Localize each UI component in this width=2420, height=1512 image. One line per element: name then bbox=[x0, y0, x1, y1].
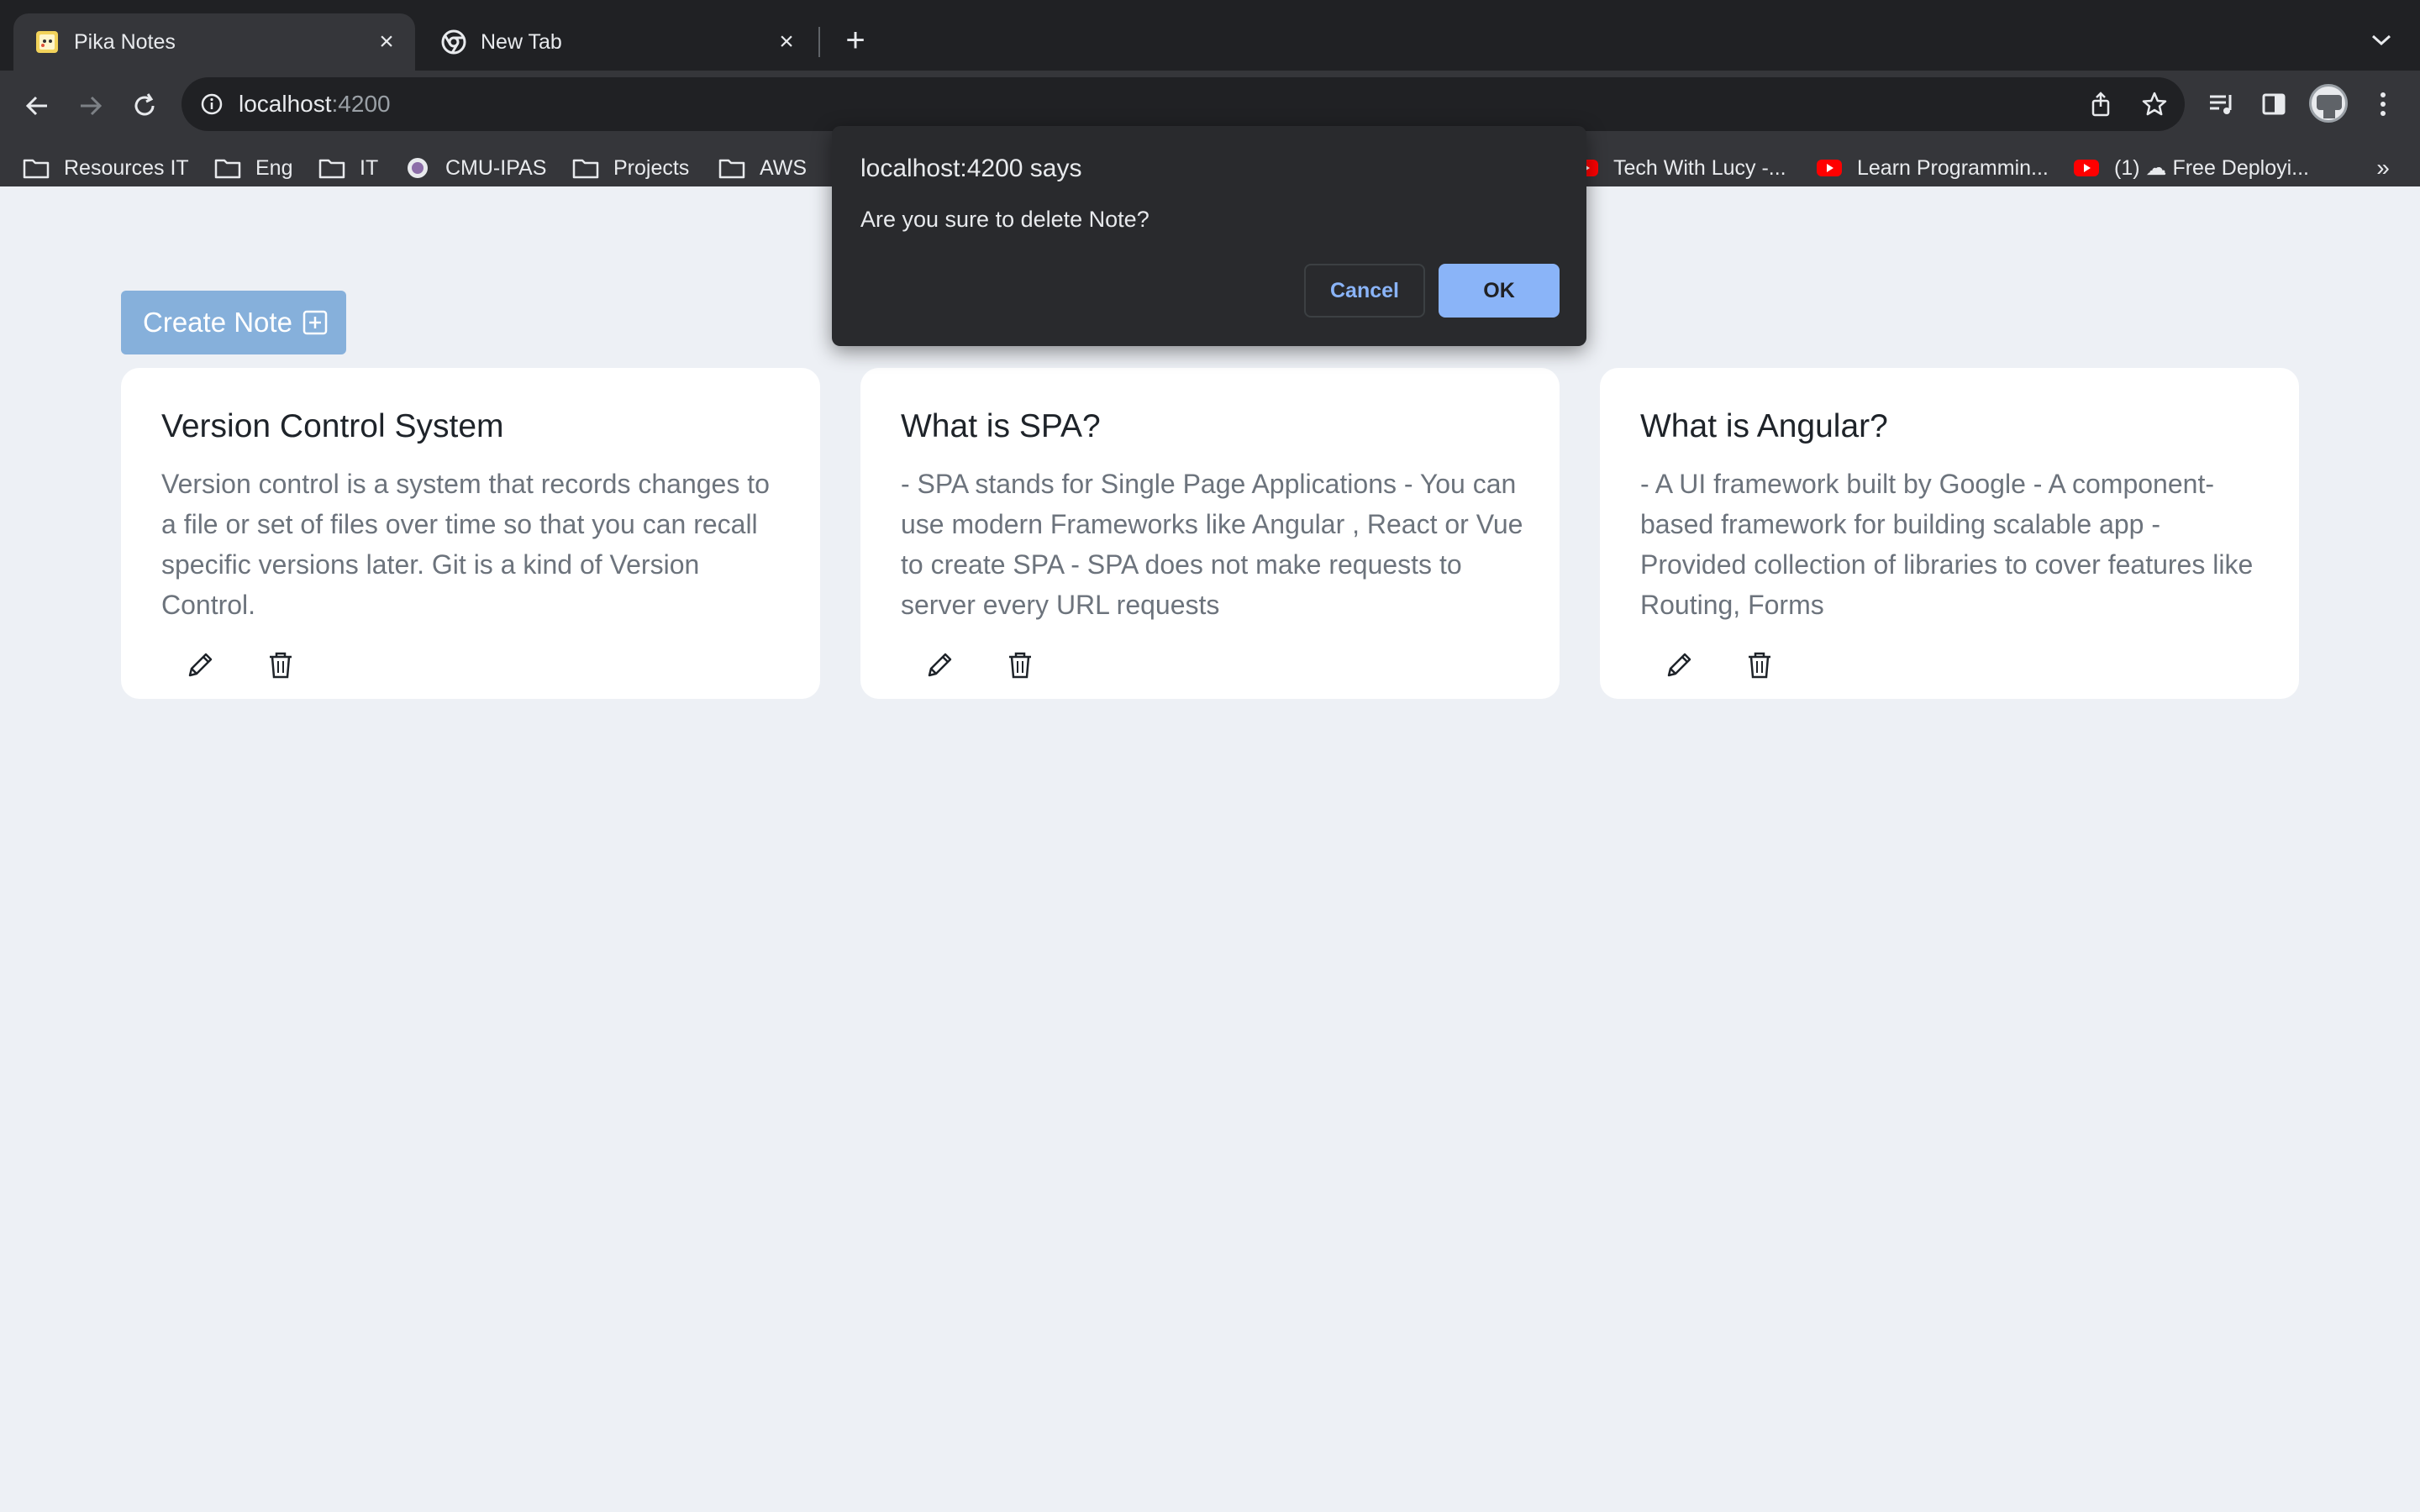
ok-button[interactable]: OK bbox=[1439, 264, 1560, 318]
bookmark-label: Tech With Lucy -... bbox=[1613, 155, 1786, 180]
bookmark-it[interactable]: IT bbox=[318, 153, 378, 183]
note-card: What is Angular? - A UI framework built … bbox=[1600, 368, 2299, 699]
folder-icon bbox=[318, 156, 346, 180]
bookmark-label: (1) ☁ Free Deployi... bbox=[2114, 156, 2310, 180]
bookmark-label: AWS bbox=[760, 155, 808, 180]
bookmark-label: IT bbox=[360, 155, 379, 180]
kebab-menu-icon[interactable] bbox=[2358, 79, 2408, 129]
bookmark-label: Eng bbox=[255, 155, 293, 180]
bookmark-resources-it[interactable]: Resources IT bbox=[22, 153, 189, 183]
back-arrow-icon[interactable] bbox=[12, 81, 62, 131]
note-card: What is SPA? - SPA stands for Single Pag… bbox=[860, 368, 1560, 699]
note-body: Version control is a system that records… bbox=[161, 469, 770, 620]
bookmark-aws[interactable]: AWS bbox=[718, 153, 807, 183]
confirm-dialog: localhost:4200 says Are you sure to dele… bbox=[832, 126, 1586, 346]
note-body: - SPA stands for Single Page Application… bbox=[901, 469, 1523, 620]
profile-avatar[interactable] bbox=[2309, 84, 2348, 123]
note-card: Version Control System Version control i… bbox=[121, 368, 820, 699]
bookmark-label: CMU-IPAS bbox=[445, 155, 547, 180]
bookmark-learn-programming[interactable]: Learn Programmin... bbox=[1815, 153, 2049, 183]
reload-icon[interactable] bbox=[119, 81, 170, 131]
site-icon bbox=[403, 156, 432, 180]
bookmark-eng[interactable]: Eng bbox=[213, 153, 292, 183]
bookmark-free-deploying[interactable]: (1) ☁ Free Deployi... bbox=[2072, 153, 2309, 183]
share-icon[interactable] bbox=[2086, 89, 2116, 119]
tab-search-chevron-icon[interactable] bbox=[2365, 24, 2398, 57]
folder-icon bbox=[22, 156, 50, 180]
folder-icon bbox=[213, 156, 242, 180]
url-port: :4200 bbox=[331, 91, 391, 117]
trash-icon[interactable] bbox=[1741, 647, 1778, 684]
site-info-icon[interactable] bbox=[200, 92, 224, 116]
bookmark-star-icon[interactable] bbox=[2139, 89, 2170, 119]
url-text[interactable]: localhost:4200 bbox=[239, 91, 391, 118]
note-title: Version Control System bbox=[161, 408, 504, 444]
dialog-title: localhost:4200 says bbox=[860, 155, 1082, 182]
edit-pencil-icon[interactable] bbox=[921, 647, 958, 684]
avatar-shape bbox=[2323, 110, 2335, 118]
folder-icon bbox=[718, 156, 746, 180]
url-host: localhost bbox=[239, 91, 332, 117]
close-tab-icon[interactable]: × bbox=[771, 27, 802, 57]
browser-tabstrip: Pika Notes × New Tab × + bbox=[0, 0, 2420, 71]
note-body: - A UI framework built by Google - A com… bbox=[1640, 469, 2254, 620]
note-title: What is SPA? bbox=[901, 408, 1101, 444]
media-queue-icon[interactable] bbox=[2196, 79, 2247, 129]
bookmark-label: Resources IT bbox=[64, 155, 189, 180]
dialog-message: Are you sure to delete Note? bbox=[860, 207, 1150, 232]
side-panel-icon[interactable] bbox=[2249, 79, 2299, 129]
avatar-shape bbox=[2317, 95, 2342, 110]
plus-square-icon bbox=[302, 310, 328, 335]
create-note-label: Create Note bbox=[143, 307, 292, 338]
bookmark-projects[interactable]: Projects bbox=[571, 153, 689, 183]
app-page: Create Note Version Control System Versi… bbox=[0, 186, 2420, 1512]
note-title: What is Angular? bbox=[1640, 408, 1888, 444]
forward-arrow-icon[interactable] bbox=[66, 81, 116, 131]
chrome-icon bbox=[440, 29, 467, 55]
edit-pencil-icon[interactable] bbox=[1660, 647, 1697, 684]
new-tab-plus-icon[interactable]: + bbox=[837, 22, 874, 59]
trash-icon[interactable] bbox=[1002, 647, 1039, 684]
trash-icon[interactable] bbox=[262, 647, 299, 684]
youtube-icon bbox=[1815, 156, 1844, 180]
create-note-button[interactable]: Create Note bbox=[121, 291, 346, 354]
tab-pika-notes[interactable]: Pika Notes × bbox=[13, 13, 415, 71]
bookmark-tech-with-lucy[interactable]: Tech With Lucy -... bbox=[1571, 153, 1786, 183]
tab-title: New Tab bbox=[481, 30, 562, 54]
edit-pencil-icon[interactable] bbox=[182, 647, 218, 684]
bookmark-label: Learn Programmin... bbox=[1857, 155, 2049, 180]
youtube-icon bbox=[2072, 156, 2101, 180]
tab-title: Pika Notes bbox=[74, 30, 176, 54]
bookmark-label: Projects bbox=[613, 155, 690, 180]
cancel-button[interactable]: Cancel bbox=[1304, 264, 1425, 318]
pika-favicon-icon bbox=[34, 29, 60, 55]
bookmark-cmu-ipas[interactable]: CMU-IPAS bbox=[403, 153, 546, 183]
close-tab-icon[interactable]: × bbox=[371, 27, 402, 57]
tab-new-tab[interactable]: New Tab × bbox=[420, 13, 815, 71]
address-bar[interactable]: localhost:4200 bbox=[182, 77, 2185, 131]
tab-separator bbox=[818, 27, 820, 57]
bookmarks-overflow-chevron[interactable]: » bbox=[2368, 153, 2398, 183]
folder-icon bbox=[571, 156, 600, 180]
